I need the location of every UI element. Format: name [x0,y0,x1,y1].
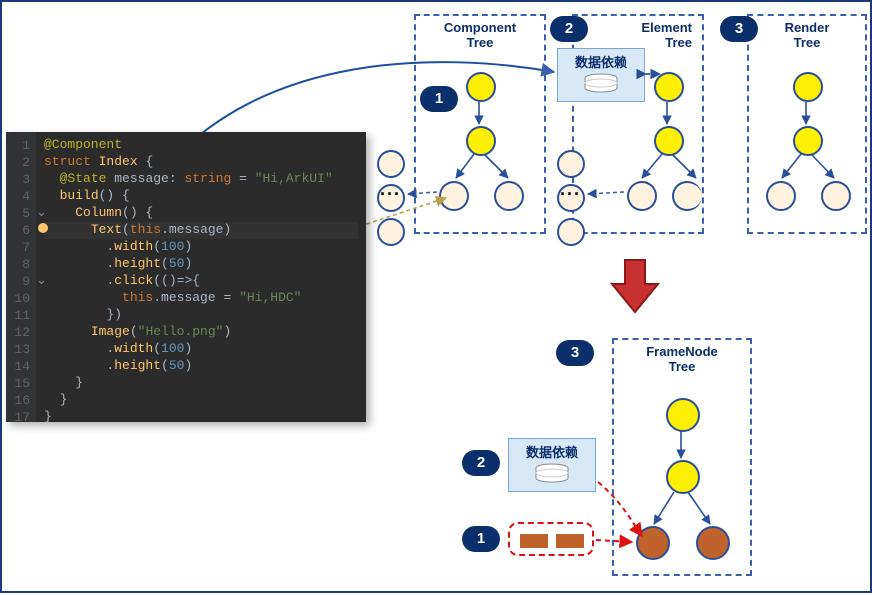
database-cylinder-icon [534,463,570,485]
component-tree-box: Component Tree [414,14,546,234]
chain2-ellipsis: ··· [560,184,581,205]
code-line: .width(100) [44,239,358,256]
code-line: this.message = "Hi,HDC" [44,290,358,307]
comp-leaf-text [439,181,469,211]
framenode-tree-box: FrameNode Tree [612,338,752,576]
badge-1-top: 1 [420,86,458,112]
badge-2-bottom: 2 [462,450,500,476]
lightbulb-icon [38,223,48,233]
comp-root-node [466,72,496,102]
data-dependency-label: 数据依赖 [558,49,644,71]
fn-child-node [666,460,700,494]
comp-child-node [466,126,496,156]
tree-title-line2: Tree [794,35,821,50]
code-line: } [44,375,358,392]
element-tree-title: Element Tree [574,16,702,50]
framenode-tree-title: FrameNode Tree [614,340,750,374]
code-line: .height(50) [44,256,358,273]
diagram-canvas: Component Tree Element Tree Render Tree … [0,0,872,593]
tree-title-line2: Tree [669,359,696,374]
code-line: Image("Hello.png") [44,324,358,341]
render-tree-title: Render Tree [749,16,865,50]
code-line: struct Index { [44,154,358,171]
code-line: ⌄ .click(()=>{ [44,273,358,290]
chain-node-bot [377,218,405,246]
code-line: ⌄ Column() { [44,205,358,222]
badge-3-bottom: 3 [556,340,594,366]
code-editor: 1234567891011121314151617 @Componentstru… [6,132,366,422]
code-line: .width(100) [44,341,358,358]
tree-title-line1: Component [444,20,516,35]
chain2-node-top [557,150,585,178]
tree-title-line2: Tree [467,35,494,50]
code-gutter: 1234567891011121314151617 [6,132,36,422]
fn-root-node [666,398,700,432]
data-dependency-box-top: 数据依赖 [557,48,645,102]
comp-leaf-image [494,181,524,211]
chain-node-top [377,150,405,178]
attr-chip-height [556,534,584,548]
badge-3-top: 3 [720,16,758,42]
attribute-chips-box [508,522,594,556]
badge-2-top: 2 [550,16,588,42]
data-dependency-box-bottom: 数据依赖 [508,438,596,492]
tree-title-line1: FrameNode [646,344,718,359]
database-cylinder-icon [583,73,619,95]
chain-ellipsis: ··· [380,184,401,205]
render-leaf-a [766,181,796,211]
code-line: }) [44,307,358,324]
code-line: Text(this.message) [44,222,358,239]
element-tree-box: Element Tree [572,14,704,234]
code-line: .height(50) [44,358,358,375]
render-tree-box: Render Tree [747,14,867,234]
code-line: @State message: string = "Hi,ArkUI" [44,171,358,188]
render-child-node [793,126,823,156]
attr-chip-width [520,534,548,548]
fn-leaf-image [696,526,730,560]
elem-leaf-b [672,181,702,211]
transform-arrow [610,258,660,314]
tree-title-line2: Tree [665,35,692,50]
chain2-node-bot [557,218,585,246]
tree-title-line1: Element [641,20,692,35]
elem-leaf-a [627,181,657,211]
badge-1-bottom: 1 [462,526,500,552]
tree-title-line1: Render [785,20,830,35]
code-line: build() { [44,188,358,205]
code-line: } [44,409,358,426]
code-lines: @Componentstruct Index { @State message:… [36,132,366,422]
elem-child-node [654,126,684,156]
code-line: } [44,392,358,409]
render-root-node [793,72,823,102]
fn-leaf-text [636,526,670,560]
elem-root-node [654,72,684,102]
code-line: @Component [44,137,358,154]
component-tree-title: Component Tree [416,16,544,50]
render-leaf-b [821,181,851,211]
data-dependency-label-bottom: 数据依赖 [509,439,595,461]
